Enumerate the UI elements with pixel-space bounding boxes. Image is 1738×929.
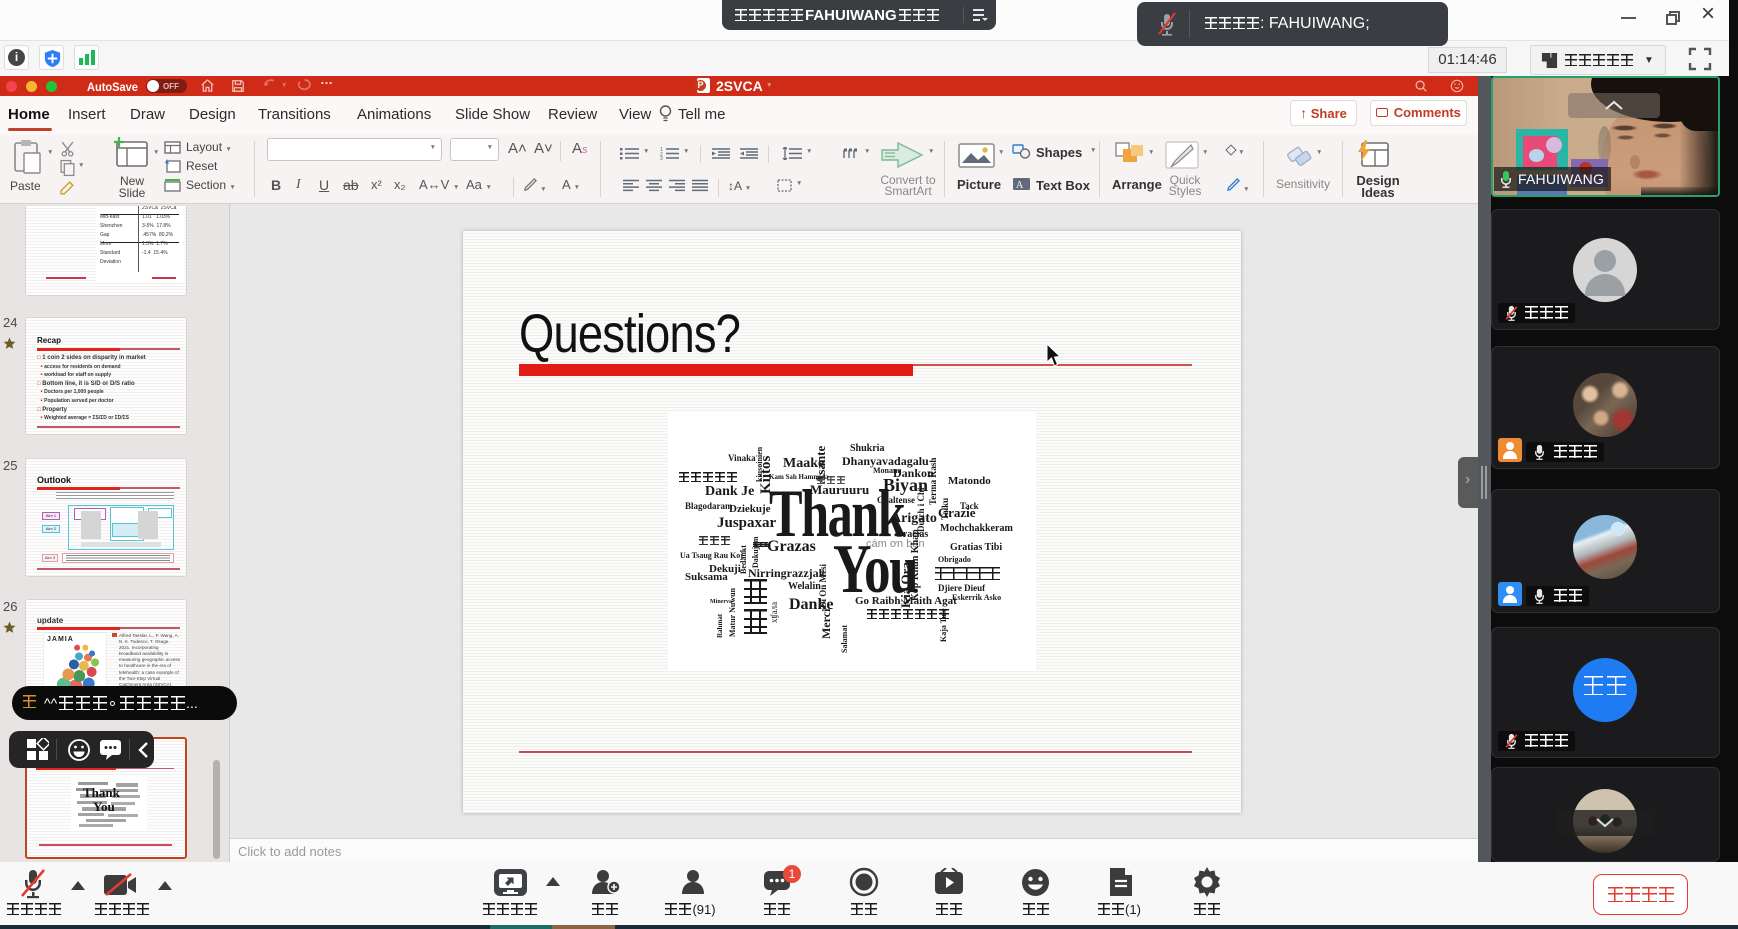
svg-text:3: 3 bbox=[660, 156, 663, 160]
svg-text:A: A bbox=[1016, 180, 1024, 191]
